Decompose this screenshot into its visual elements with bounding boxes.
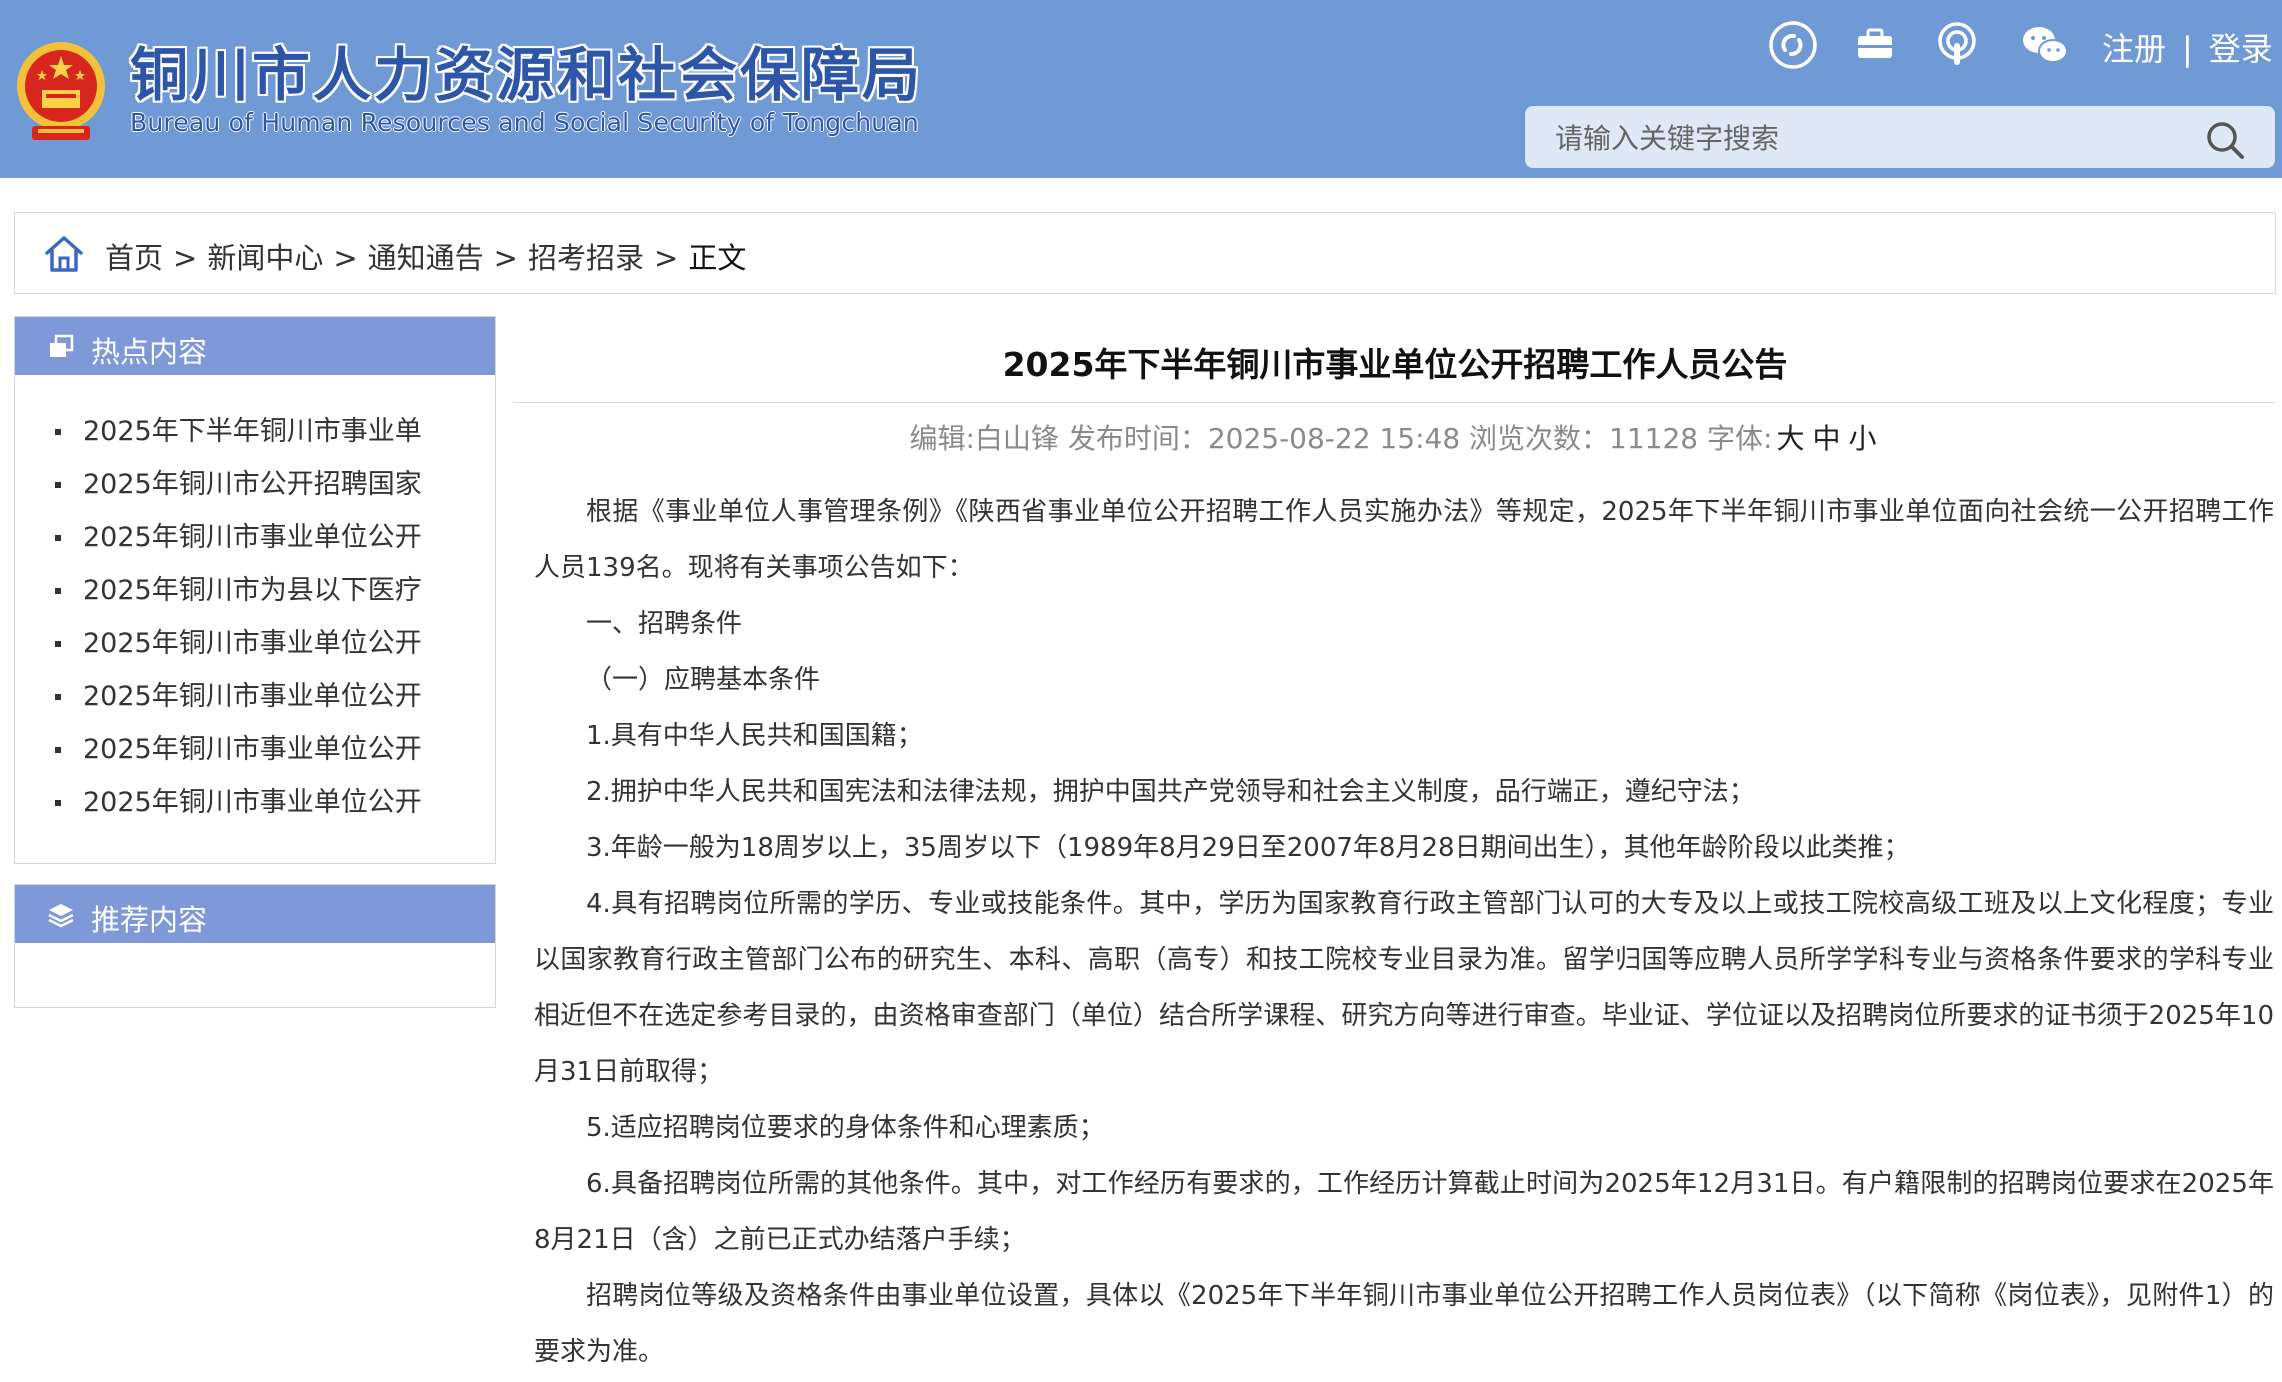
link-separator: | [2182, 30, 2193, 68]
article-paragraph: 招聘岗位等级及资格条件由事业单位设置，具体以《2025年下半年铜川市事业单位公开… [534, 1281, 2274, 1367]
site-subtitle: Bureau of Human Resources and Social Sec… [130, 108, 919, 137]
breadcrumb-arrow: > [493, 241, 518, 275]
article-paragraph: 6.具备招聘岗位所需的其他条件。其中，对工作经历有要求的，工作经历计算截止时间为… [534, 1169, 2274, 1255]
weibo-icon[interactable] [1768, 20, 1818, 70]
hot-list-item[interactable]: 2025年铜川市公开招聘国家 [15, 458, 495, 511]
bullet [55, 482, 61, 488]
search-input[interactable] [1553, 114, 2197, 162]
font-size-medium[interactable]: 中 [1812, 422, 1840, 455]
documents-icon [50, 334, 74, 357]
login-link[interactable]: 登录 [2209, 30, 2273, 68]
breadcrumb-arrow: > [654, 241, 679, 275]
briefcase-icon[interactable] [1850, 20, 1900, 70]
breadcrumb: 首页 > 新闻中心 > 通知通告 > 招考招录 > 正文 [14, 212, 2276, 294]
article-paragraph: 3.年龄一般为18周岁以上，35周岁以下（1989年8月29日至2007年8月2… [586, 833, 1910, 863]
search-box [1525, 106, 2275, 168]
hot-list-item[interactable]: 2025年铜川市事业单位公开 [15, 776, 495, 829]
recommended-content-title: 推荐内容 [91, 903, 208, 937]
article-paragraph: 4.具有招聘岗位所需的学历、专业或技能条件。其中，学历为国家教育行政主管部门认可… [534, 889, 2274, 1087]
bullet [55, 588, 61, 594]
article-body: 根据《事业单位人事管理条例》《陕西省事业单位公开招聘工作人员实施办法》等规定，2… [534, 484, 2274, 1380]
font-size-large[interactable]: 大 [1776, 422, 1804, 455]
breadcrumb-current: 正文 [688, 241, 747, 275]
breadcrumb-news-center[interactable]: 新闻中心 [207, 241, 323, 275]
national-emblem-logo [17, 42, 105, 140]
hot-item-label: 2025年铜川市事业单位公开 [83, 734, 422, 765]
breadcrumb-arrow: > [173, 241, 198, 275]
site-header: 铜川市人力资源和社会保障局 Bureau of Human Resources … [0, 0, 2282, 178]
article-paragraph: 1.具有中华人民共和国国籍； [586, 721, 923, 751]
hot-item-label: 2025年铜川市事业单位公开 [83, 522, 422, 553]
hot-list-item[interactable]: 2025年铜川市事业单位公开 [15, 511, 495, 564]
recommended-content-panel: 推荐内容 [14, 884, 496, 1008]
layers-icon [48, 904, 74, 928]
hot-list-item[interactable]: 2025年铜川市事业单位公开 [15, 617, 495, 670]
hot-item-label: 2025年铜川市为县以下医疗 [83, 575, 422, 606]
hot-content-header: 热点内容 [15, 317, 495, 375]
hot-item-label: 2025年铜川市公开招聘国家 [83, 469, 422, 500]
hot-item-label: 2025年铜川市事业单位公开 [83, 681, 422, 712]
hot-content-panel: 热点内容 2025年下半年铜川市事业单 2025年铜川市公开招聘国家 2025年… [14, 316, 496, 864]
hot-item-label: 2025年下半年铜川市事业单 [83, 416, 422, 447]
hot-list-item[interactable]: 2025年铜川市事业单位公开 [15, 670, 495, 723]
article-title: 2025年下半年铜川市事业单位公开招聘工作人员公告 [1002, 345, 1788, 384]
hot-content-list: 2025年下半年铜川市事业单 2025年铜川市公开招聘国家 2025年铜川市事业… [15, 375, 495, 829]
breadcrumb-trail: 首页 > 新闻中心 > 通知通告 > 招考招录 > 正文 [105, 235, 746, 277]
recommended-content-header: 推荐内容 [15, 885, 495, 943]
section-heading: 一、招聘条件 [586, 609, 743, 639]
breadcrumb-recruitment[interactable]: 招考招录 [528, 241, 644, 275]
breadcrumb-arrow: > [333, 241, 358, 275]
bullet [55, 641, 61, 647]
podcast-icon[interactable] [1932, 20, 1982, 70]
title-divider [514, 402, 2276, 403]
bullet [55, 800, 61, 806]
account-links: 注册 | 登录 [2102, 24, 2273, 70]
search-icon[interactable] [2203, 118, 2247, 162]
bullet [55, 429, 61, 435]
wechat-icon[interactable] [2020, 20, 2070, 70]
breadcrumb-home[interactable]: 首页 [105, 241, 163, 275]
bullet [55, 535, 61, 541]
subsection-heading: （一）应聘基本条件 [586, 665, 821, 695]
register-link[interactable]: 注册 [2102, 30, 2166, 68]
font-size-small[interactable]: 小 [1848, 422, 1876, 455]
article: 2025年下半年铜川市事业单位公开招聘工作人员公告 编辑:白山锋 发布时间：20… [514, 316, 2276, 1367]
hot-list-item[interactable]: 2025年铜川市为县以下医疗 [15, 564, 495, 617]
breadcrumb-notices[interactable]: 通知通告 [368, 241, 484, 275]
hot-item-label: 2025年铜川市事业单位公开 [83, 628, 422, 659]
hot-list-item[interactable]: 2025年铜川市事业单位公开 [15, 723, 495, 776]
article-paragraph: 2.拥护中华人民共和国宪法和法律法规，拥护中国共产党领导和社会主义制度，品行端正… [586, 777, 1755, 807]
article-paragraph: 根据《事业单位人事管理条例》《陕西省事业单位公开招聘工作人员实施办法》等规定，2… [534, 497, 2274, 583]
site-title: 铜川市人力资源和社会保障局 [130, 41, 924, 109]
article-meta-text: 编辑:白山锋 发布时间：2025-08-22 15:48 浏览次数：11128 … [909, 422, 1773, 455]
hot-list-item[interactable]: 2025年下半年铜川市事业单 [15, 405, 495, 458]
hot-item-label: 2025年铜川市事业单位公开 [83, 787, 422, 818]
article-paragraph: 5.适应招聘岗位要求的身体条件和心理素质； [586, 1113, 1105, 1143]
hot-content-title: 热点内容 [91, 335, 208, 369]
article-meta: 编辑:白山锋 发布时间：2025-08-22 15:48 浏览次数：11128 … [514, 417, 2276, 457]
bullet [55, 694, 61, 700]
home-icon[interactable] [43, 233, 85, 275]
bullet [55, 747, 61, 753]
